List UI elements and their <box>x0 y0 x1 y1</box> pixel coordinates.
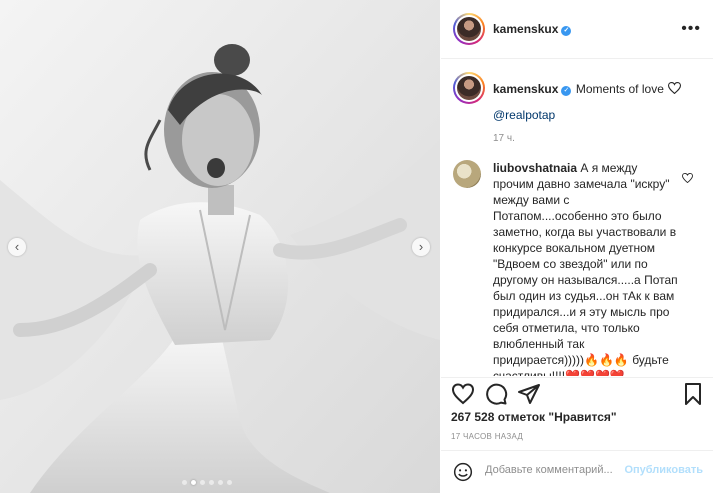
comment-line: "Вдвоем со звездой" или по <box>493 257 648 271</box>
caption-mention[interactable]: @realpotap <box>493 108 555 122</box>
comment-line: между вами с <box>493 193 570 207</box>
publish-button[interactable]: Опубликовать <box>624 464 703 476</box>
post-header: kamenskux ✓ ••• <box>441 0 713 59</box>
caption-avatar[interactable] <box>453 72 485 104</box>
caption-time: 17 ч. <box>493 133 515 144</box>
author-username[interactable]: kamenskux ✓ <box>493 22 572 36</box>
comment-line: прочим давно замечала "искру" <box>493 177 670 191</box>
post-sidebar: kamenskux ✓ ••• kamenskux ✓ Moments of lov… <box>441 0 713 493</box>
emoji-smiley-icon[interactable] <box>453 462 473 482</box>
carousel-dot <box>200 480 205 485</box>
comments-list[interactable]: kamenskux ✓ Moments of love @realpotap 17… <box>441 58 713 376</box>
comment-line: счастливы!!!!❤️❤️❤️❤️ <box>493 369 625 376</box>
carousel-dots <box>182 480 232 485</box>
carousel-dot <box>218 480 223 485</box>
comment-bubble-icon[interactable] <box>484 382 508 406</box>
more-options-icon[interactable]: ••• <box>681 20 701 38</box>
comment-line: Потапом....особенно это было <box>493 209 662 223</box>
comment-input[interactable] <box>483 463 647 477</box>
comment-line: влюбленный так <box>493 337 585 351</box>
instagram-post: ‹ › kamenskux ✓ ••• kamenskux ✓ Moments of… <box>0 0 713 493</box>
caption-username[interactable]: kamenskux <box>493 82 558 96</box>
post-photo[interactable]: ‹ › <box>0 0 440 493</box>
share-send-icon[interactable] <box>517 382 541 406</box>
carousel-dot <box>209 480 214 485</box>
carousel-dot <box>182 480 187 485</box>
add-comment-bar: Опубликовать <box>441 450 713 494</box>
action-bar <box>441 377 713 414</box>
post-time-ago[interactable]: 17 ЧАСОВ НАЗАД <box>451 432 523 441</box>
comment-line: придирался...и я эту мысль про <box>493 305 670 319</box>
comment-line: придирается)))))🔥🔥🔥 будьте <box>493 353 669 367</box>
carousel-dot <box>227 480 232 485</box>
author-avatar[interactable] <box>453 13 485 45</box>
like-heart-icon[interactable] <box>451 382 475 406</box>
carousel-next-button[interactable]: › <box>412 238 430 256</box>
comment-line: заметно, когда вы участвовали в <box>493 225 677 239</box>
heart-outline-icon <box>668 82 682 95</box>
comment-username[interactable]: liubovshatnaia <box>493 161 577 175</box>
photo-illustration <box>0 0 440 493</box>
likes-count[interactable]: 267 528 отметок "Нравится" <box>451 410 617 424</box>
verified-badge-icon: ✓ <box>561 86 572 96</box>
comment-line: себя отметила, что только <box>493 321 640 335</box>
commenter-avatar[interactable] <box>453 160 481 188</box>
carousel-dot <box>191 480 196 485</box>
carousel-prev-button[interactable]: ‹ <box>8 238 26 256</box>
comment-text: liubovshatnaia А я между прочим давно зам… <box>493 160 693 376</box>
comment: liubovshatnaia А я между прочим давно зам… <box>493 160 693 376</box>
comment-line: А я между <box>580 161 638 175</box>
comment-line: другому он назывался.....а Потап <box>493 273 678 287</box>
comment-line: был один из судья...он тАк к вам <box>493 289 675 303</box>
caption: kamenskux ✓ Moments of love <box>493 80 703 98</box>
save-bookmark-icon[interactable] <box>681 382 705 406</box>
caption-text: Moments of love <box>575 82 664 96</box>
comment-like-heart-icon[interactable] <box>682 173 693 183</box>
comment-line: конкурсе вокальном дуетном <box>493 241 656 255</box>
verified-badge-icon: ✓ <box>561 26 572 36</box>
